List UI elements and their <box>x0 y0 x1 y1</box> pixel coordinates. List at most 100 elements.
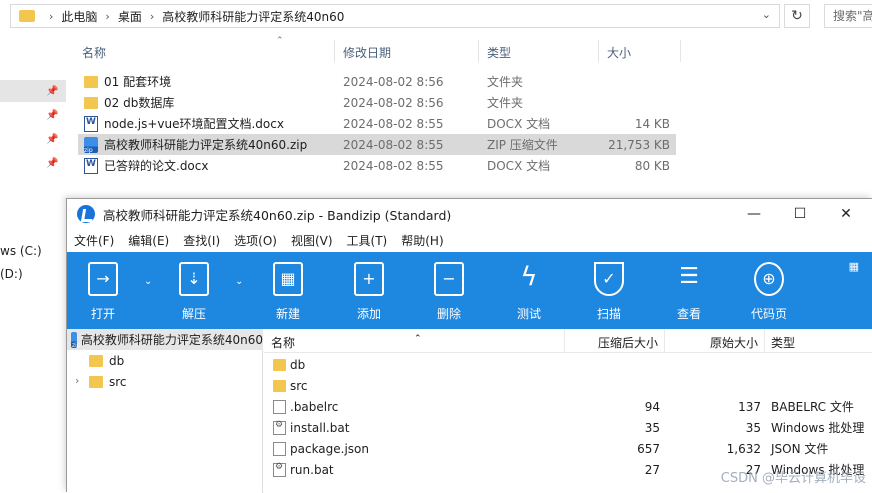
file-date: 2024-08-02 8:55 <box>343 117 444 131</box>
menu-options[interactable]: 选项(O) <box>234 232 277 249</box>
file-row[interactable]: 02 db数据库 2024-08-02 8:56 文件夹 <box>78 92 676 113</box>
file-name: 已答辩的论文.docx <box>104 157 349 174</box>
archive-entry-row[interactable]: package.json 657 1,632 JSON 文件 <box>264 438 872 459</box>
file-type: 文件夹 <box>487 94 523 111</box>
open-dropdown-icon[interactable]: ⌄ <box>144 276 152 287</box>
breadcrumb-current-folder[interactable]: 高校教师科研能力评定系统40n60 <box>162 8 344 25</box>
close-button[interactable]: ✕ <box>823 203 869 225</box>
menu-file[interactable]: 文件(F) <box>74 232 114 249</box>
nav-drive-d[interactable]: (D:) <box>0 267 23 281</box>
column-size[interactable]: 大小 <box>607 44 631 61</box>
extract-button[interactable]: ⇣ 解压 <box>163 252 223 329</box>
address-dropdown-icon[interactable]: ⌄ <box>762 8 771 21</box>
codepage-button[interactable]: ⊕ 代码页 <box>738 252 798 329</box>
menu-find[interactable]: 查找(I) <box>183 232 220 249</box>
column-original-size[interactable]: 原始大小 <box>710 334 758 351</box>
maximize-button[interactable]: ☐ <box>777 203 823 225</box>
entry-name: install.bat <box>290 421 490 435</box>
layout-grid-icon[interactable]: ▦ <box>849 260 859 273</box>
column-divider[interactable] <box>598 40 599 62</box>
menu-bar: 文件(F) 编辑(E) 查找(I) 选项(O) 视图(V) 工具(T) 帮助(H… <box>67 229 872 251</box>
scan-button[interactable]: ✓ 扫描 <box>578 252 638 329</box>
tree-root-label: 高校教师科研能力评定系统40n60 <box>81 331 263 348</box>
file-type: ZIP 压缩文件 <box>487 136 558 153</box>
file-explorer-window: › 此电脑 › 桌面 › 高校教师科研能力评定系统40n60 ⌄ ↻ 搜索"高 … <box>0 0 872 200</box>
column-divider[interactable] <box>334 40 335 62</box>
add-label: 添加 <box>338 305 400 322</box>
file-list-header: ⌃ 名称 修改日期 类型 大小 <box>74 36 684 66</box>
tree-root-archive[interactable]: 高校教师科研能力评定系统40n60 <box>67 329 263 350</box>
column-divider[interactable] <box>680 40 681 62</box>
view-button[interactable]: ☰ 查看 <box>658 252 718 329</box>
file-row-selected[interactable]: 高校教师科研能力评定系统40n60.zip 2024-08-02 8:55 ZI… <box>78 134 676 155</box>
open-button[interactable]: → 打开 <box>72 252 132 329</box>
new-archive-button[interactable]: ▦ 新建 <box>257 252 317 329</box>
window-title: 高校教师科研能力评定系统40n60.zip - Bandizip (Standa… <box>103 205 451 224</box>
folder-icon <box>19 10 35 22</box>
column-compressed-size[interactable]: 压缩后大小 <box>598 334 658 351</box>
breadcrumb-desktop[interactable]: 桌面 <box>118 8 142 25</box>
column-name[interactable]: 名称 <box>82 44 106 61</box>
menu-help[interactable]: 帮助(H) <box>401 232 443 249</box>
file-date: 2024-08-02 8:56 <box>343 75 444 89</box>
menu-tools[interactable]: 工具(T) <box>347 232 388 249</box>
sort-ascending-icon: ⌃ <box>414 334 422 344</box>
refresh-button[interactable]: ↻ <box>784 4 810 28</box>
test-label: 测试 <box>498 305 560 322</box>
search-input[interactable]: 搜索"高 <box>824 4 872 28</box>
file-name: 02 db数据库 <box>104 94 349 111</box>
open-label: 打开 <box>72 305 134 322</box>
file-row[interactable]: node.js+vue环境配置文档.docx 2024-08-02 8:55 D… <box>78 113 676 134</box>
pin-icon: 📌 <box>46 86 58 98</box>
file-date: 2024-08-02 8:55 <box>343 138 444 152</box>
toolbar: → 打开 ⌄ ⇣ 解压 ⌄ ▦ 新建 + 添加 − 删除 ϟ 测试 ✓ 扫描 <box>67 252 872 329</box>
archive-entry-row[interactable]: install.bat 35 35 Windows 批处理 <box>264 417 872 438</box>
menu-view[interactable]: 视图(V) <box>291 232 333 249</box>
delete-button[interactable]: − 删除 <box>418 252 478 329</box>
add-button[interactable]: + 添加 <box>338 252 398 329</box>
column-divider[interactable] <box>564 329 565 353</box>
entry-compressed-size: 27 <box>645 463 660 477</box>
archive-entry-row[interactable]: .babelrc 94 137 BABELRC 文件 <box>264 396 872 417</box>
archive-entry-row[interactable]: src <box>264 375 872 396</box>
column-type[interactable]: 类型 <box>487 44 511 61</box>
entry-name: package.json <box>290 442 490 456</box>
column-date[interactable]: 修改日期 <box>343 44 391 61</box>
test-button[interactable]: ϟ 测试 <box>498 252 558 329</box>
entry-name: src <box>290 379 490 393</box>
tree-node-label: db <box>109 354 124 368</box>
file-row[interactable]: 01 配套环境 2024-08-02 8:56 文件夹 <box>78 71 676 92</box>
folder-tree: 高校教师科研能力评定系统40n60 db › src <box>67 329 263 493</box>
breadcrumb-this-pc[interactable]: 此电脑 <box>61 8 97 25</box>
entry-name: run.bat <box>290 463 490 477</box>
address-bar[interactable]: › 此电脑 › 桌面 › 高校教师科研能力评定系统40n60 ⌄ <box>10 4 780 28</box>
file-size: 14 KB <box>635 117 670 131</box>
view-label: 查看 <box>658 305 720 322</box>
title-bar[interactable]: 高校教师科研能力评定系统40n60.zip - Bandizip (Standa… <box>67 199 872 229</box>
minimize-button[interactable]: — <box>731 203 777 225</box>
menu-edit[interactable]: 编辑(E) <box>128 232 169 249</box>
entry-compressed-size: 35 <box>645 421 660 435</box>
column-name[interactable]: 名称 <box>271 334 295 351</box>
expand-chevron-icon[interactable]: › <box>75 374 79 387</box>
column-divider[interactable] <box>764 329 765 353</box>
entry-type: Windows 批处理 <box>771 419 864 436</box>
entry-type: JSON 文件 <box>771 440 828 457</box>
batch-file-icon <box>273 463 286 477</box>
tree-node-db[interactable]: db <box>89 350 124 371</box>
file-type: DOCX 文档 <box>487 115 550 132</box>
file-icon <box>273 400 286 414</box>
sort-ascending-icon: ⌃ <box>276 36 284 46</box>
file-row[interactable]: 已答辩的论文.docx 2024-08-02 8:55 DOCX 文档 80 K… <box>78 155 676 176</box>
column-divider[interactable] <box>664 329 665 353</box>
nav-drive-c[interactable]: ws (C:) <box>0 244 42 258</box>
navigation-pane: 📌 📌 📌 📌 <box>0 40 66 200</box>
tree-node-src[interactable]: src <box>89 371 127 392</box>
chevron-right-icon: › <box>150 10 154 23</box>
extract-dropdown-icon[interactable]: ⌄ <box>235 276 243 287</box>
entry-original-size: 1,632 <box>727 442 761 456</box>
archive-entry-row[interactable]: db <box>264 354 872 375</box>
column-divider[interactable] <box>478 40 479 62</box>
file-name: node.js+vue环境配置文档.docx <box>104 115 349 132</box>
column-type[interactable]: 类型 <box>771 334 795 351</box>
